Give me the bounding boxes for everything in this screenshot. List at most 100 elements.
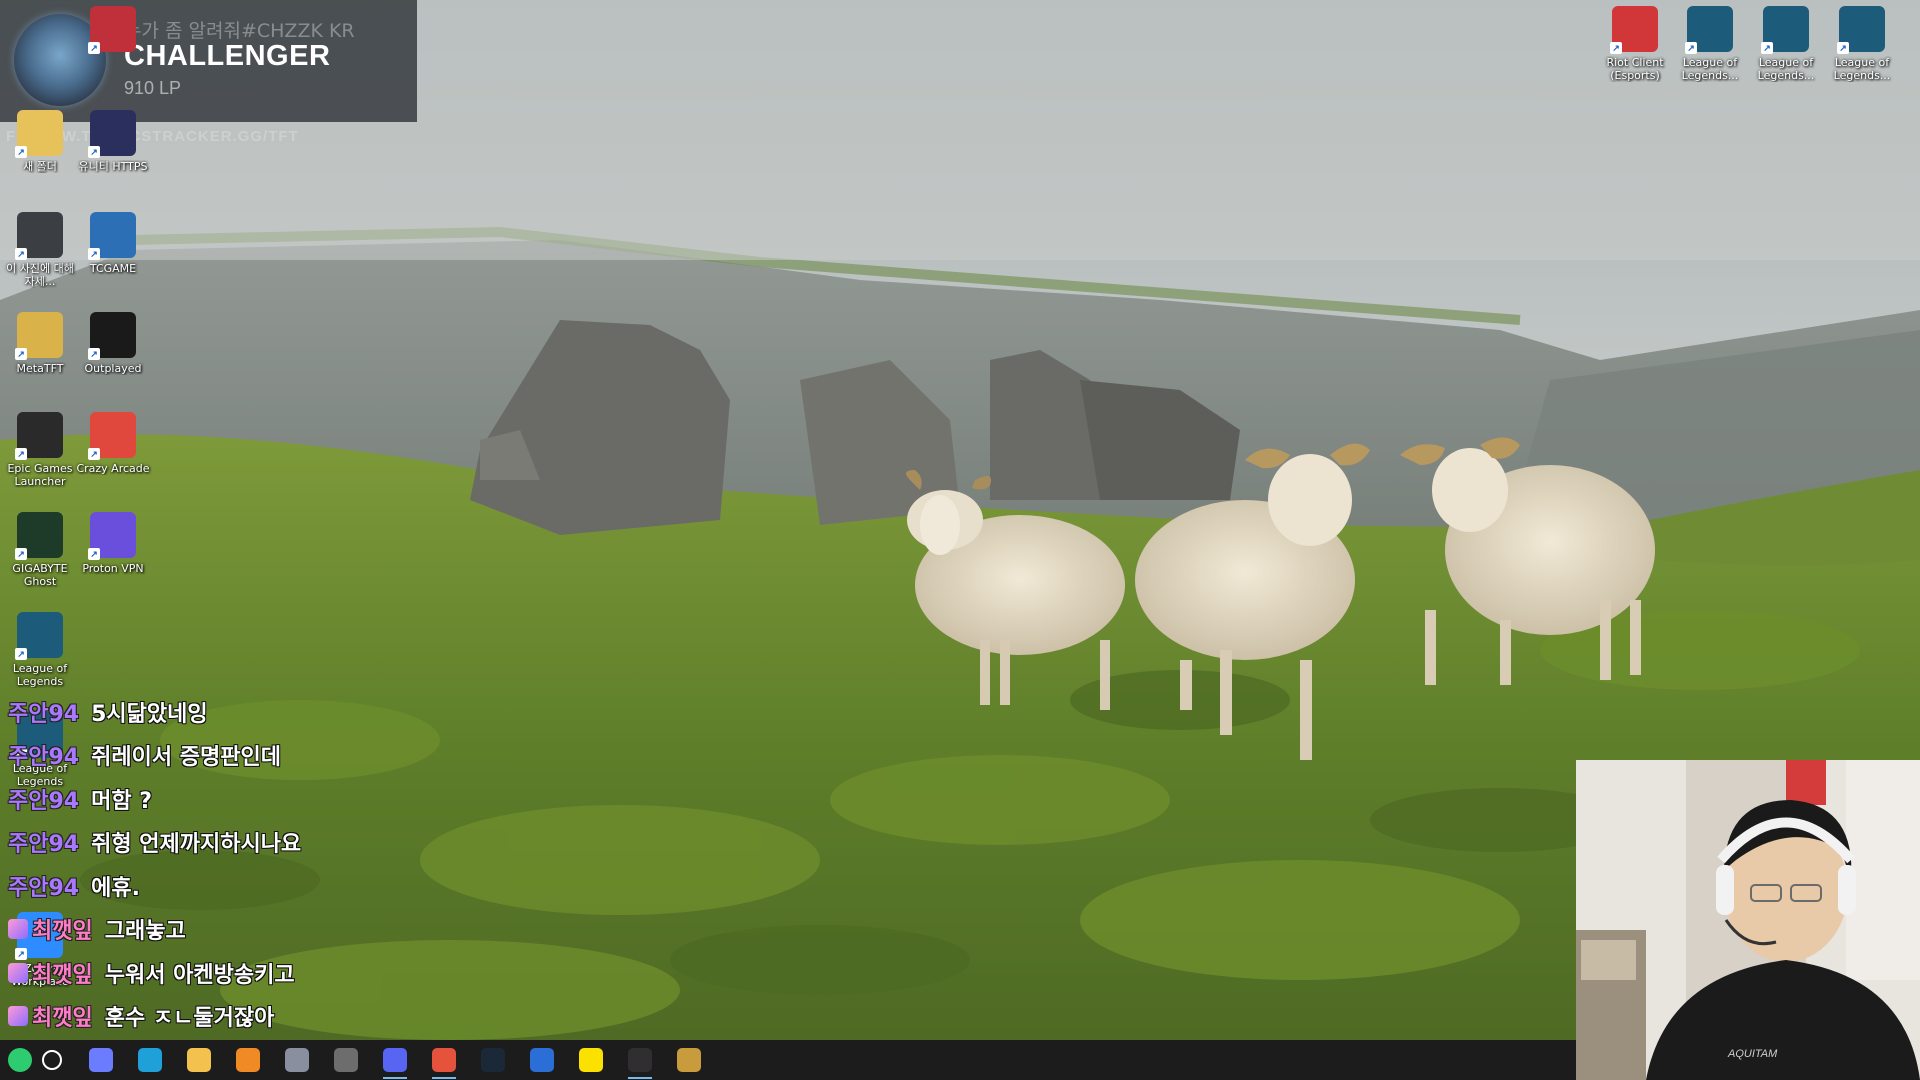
desktop-icon-proton-vpn[interactable]: ↗ Proton VPN bbox=[73, 512, 153, 575]
copilot-icon bbox=[88, 1048, 113, 1072]
chat-text: 5시닮았네잉 bbox=[91, 701, 208, 727]
shortcut-arrow-icon: ↗ bbox=[15, 348, 27, 360]
crazy-arcade-icon: ↗ bbox=[88, 412, 136, 460]
desktop-icon-league[interactable]: ↗ League of Legends... bbox=[1670, 6, 1750, 82]
tcgame-icon: ↗ bbox=[88, 212, 136, 260]
desktop-icon-label: Epic Games Launcher bbox=[7, 462, 73, 488]
shortcut-arrow-icon: ↗ bbox=[1610, 42, 1622, 54]
epic-games-icon: ↗ bbox=[15, 412, 63, 460]
rank-tier: CHALLENGER bbox=[124, 40, 331, 72]
shortcut-arrow-icon: ↗ bbox=[1685, 42, 1697, 54]
taskbar-discord-button[interactable] bbox=[375, 1040, 415, 1080]
desktop-icon-metatft[interactable]: ↗ MetaTFT bbox=[0, 312, 80, 375]
taskbar-steam-button[interactable] bbox=[473, 1040, 513, 1080]
desktop-icon-label: Riot Client (Esports) bbox=[1606, 56, 1664, 82]
desktop-icon-epic-games[interactable]: ↗ Epic Games Launcher bbox=[0, 412, 80, 488]
desktop-icon-label: League of Legends bbox=[12, 662, 68, 688]
desktop-icon-https[interactable]: ↗ 유니티 HTTPS bbox=[73, 110, 153, 173]
chat-message: 주안94 5시닮았네잉 bbox=[8, 690, 428, 734]
subscriber-badge-icon bbox=[8, 1006, 28, 1027]
taskbar-file-explorer-button[interactable] bbox=[179, 1040, 219, 1080]
folder-icon: ↗ bbox=[15, 110, 63, 158]
desktop-icon-league[interactable]: ↗ League of Legends... bbox=[1746, 6, 1826, 82]
shortcut-arrow-icon: ↗ bbox=[88, 248, 100, 260]
minecraft-icon bbox=[333, 1048, 358, 1072]
league-icon: ↗ bbox=[1761, 6, 1809, 54]
app-icon: ↗ bbox=[88, 6, 136, 54]
desktop-icon-label: GIGABYTE Ghost bbox=[12, 562, 68, 588]
shortcut-arrow-icon: ↗ bbox=[15, 548, 27, 560]
shortcut-arrow-icon: ↗ bbox=[88, 548, 100, 560]
proton-vpn-icon: ↗ bbox=[88, 512, 136, 560]
shirt-logo-text: AQUITAM bbox=[1728, 1048, 1778, 1060]
subscriber-badge-icon bbox=[8, 919, 28, 940]
rank-ticker-text: 누가 좀 알려줘#CHZZK KR bbox=[124, 20, 355, 42]
taskbar-obs-button[interactable] bbox=[620, 1040, 660, 1080]
shortcut-arrow-icon: ↗ bbox=[15, 648, 27, 660]
search-icon bbox=[41, 1050, 62, 1070]
desktop-icon-label: Proton VPN bbox=[82, 562, 144, 575]
shortcut-arrow-icon: ↗ bbox=[1761, 42, 1773, 54]
chat-nickname: 주안94 bbox=[8, 701, 80, 727]
outplayed-icon: ↗ bbox=[88, 312, 136, 360]
chat-text: 쥐형 언제까지하시나요 bbox=[91, 832, 302, 858]
desktop-icon-label: Outplayed bbox=[84, 362, 142, 375]
desktop-icon-camera[interactable]: ↗ 이 사진에 대해 자세... bbox=[0, 212, 80, 288]
chat-app-icon bbox=[235, 1048, 260, 1072]
chat-text: 머함 ? bbox=[91, 788, 153, 814]
steam-icon bbox=[480, 1048, 505, 1072]
chat-message: 주안94 쥐형 언제까지하시나요 bbox=[8, 821, 428, 865]
shortcut-arrow-icon: ↗ bbox=[15, 448, 27, 460]
taskbar-edge-button[interactable] bbox=[130, 1040, 170, 1080]
chat-nickname: 주안94 bbox=[8, 832, 80, 858]
chat-nickname: 주안94 bbox=[8, 875, 80, 901]
desktop-icon-app[interactable]: ↗ bbox=[73, 6, 153, 56]
chat-text: 누워서 아켄방송키고 bbox=[104, 962, 295, 988]
desktop-icon-riot-client[interactable]: ↗ Riot Client (Esports) bbox=[1595, 6, 1675, 82]
file-explorer-icon bbox=[186, 1048, 211, 1072]
league-icon: ↗ bbox=[1837, 6, 1885, 54]
chat-message: 최깻잎 훈수 ㅈㄴ둘거잖아 bbox=[8, 995, 428, 1039]
chat-message: 최깻잎 그래놓고 bbox=[8, 908, 428, 952]
desktop-icon-folder[interactable]: ↗ 새 폴더 bbox=[0, 110, 80, 173]
taskbar-media-player-button[interactable] bbox=[522, 1040, 562, 1080]
league-icon bbox=[676, 1048, 701, 1072]
media-player-icon bbox=[529, 1048, 554, 1072]
league-icon: ↗ bbox=[1685, 6, 1733, 54]
taskbar-chat-app-button[interactable] bbox=[228, 1040, 268, 1080]
taskbar-search-button[interactable] bbox=[32, 1040, 72, 1080]
edge-icon bbox=[137, 1048, 162, 1072]
desktop-icon-league[interactable]: ↗ League of Legends bbox=[0, 612, 80, 688]
subscriber-badge-icon bbox=[8, 962, 28, 983]
taskbar-copilot-button[interactable] bbox=[81, 1040, 121, 1080]
webcam-feed bbox=[1576, 760, 1920, 1080]
shortcut-arrow-icon: ↗ bbox=[88, 146, 100, 158]
desktop-icon-label: MetaTFT bbox=[16, 362, 64, 375]
kakaotalk-icon bbox=[578, 1048, 603, 1072]
desktop-icon-gigabyte[interactable]: ↗ GIGABYTE Ghost bbox=[0, 512, 80, 588]
shortcut-arrow-icon: ↗ bbox=[15, 146, 27, 158]
chrome-icon bbox=[431, 1048, 456, 1072]
start-icon bbox=[8, 1048, 32, 1072]
chat-text: 쥐레이서 증명판인데 bbox=[91, 745, 281, 771]
taskbar-minecraft-button[interactable] bbox=[326, 1040, 366, 1080]
league-icon: ↗ bbox=[15, 612, 63, 660]
desktop-icon-crazy-arcade[interactable]: ↗ Crazy Arcade bbox=[73, 412, 153, 475]
chat-nickname: 주안94 bbox=[8, 745, 80, 771]
discord-icon bbox=[382, 1048, 407, 1072]
rank-lp: 910 LP bbox=[124, 78, 182, 98]
taskbar-game-client-button[interactable] bbox=[277, 1040, 317, 1080]
chat-message: 주안94 머함 ? bbox=[8, 777, 428, 821]
gigabyte-icon: ↗ bbox=[15, 512, 63, 560]
shortcut-arrow-icon: ↗ bbox=[88, 348, 100, 360]
desktop-icon-tcgame[interactable]: ↗ TCGAME bbox=[73, 212, 153, 275]
taskbar-kakaotalk-button[interactable] bbox=[571, 1040, 611, 1080]
webcam-overlay: AQUITAM bbox=[1576, 760, 1920, 1080]
desktop-icon-label: League of Legends... bbox=[1833, 56, 1891, 82]
chat-message: 주안94 에휴. bbox=[8, 864, 428, 908]
taskbar-league-button[interactable] bbox=[669, 1040, 709, 1080]
desktop-icon-label: TCGAME bbox=[89, 262, 137, 275]
taskbar-chrome-button[interactable] bbox=[424, 1040, 464, 1080]
desktop-icon-outplayed[interactable]: ↗ Outplayed bbox=[73, 312, 153, 375]
desktop-icon-league[interactable]: ↗ League of Legends... bbox=[1822, 6, 1902, 82]
